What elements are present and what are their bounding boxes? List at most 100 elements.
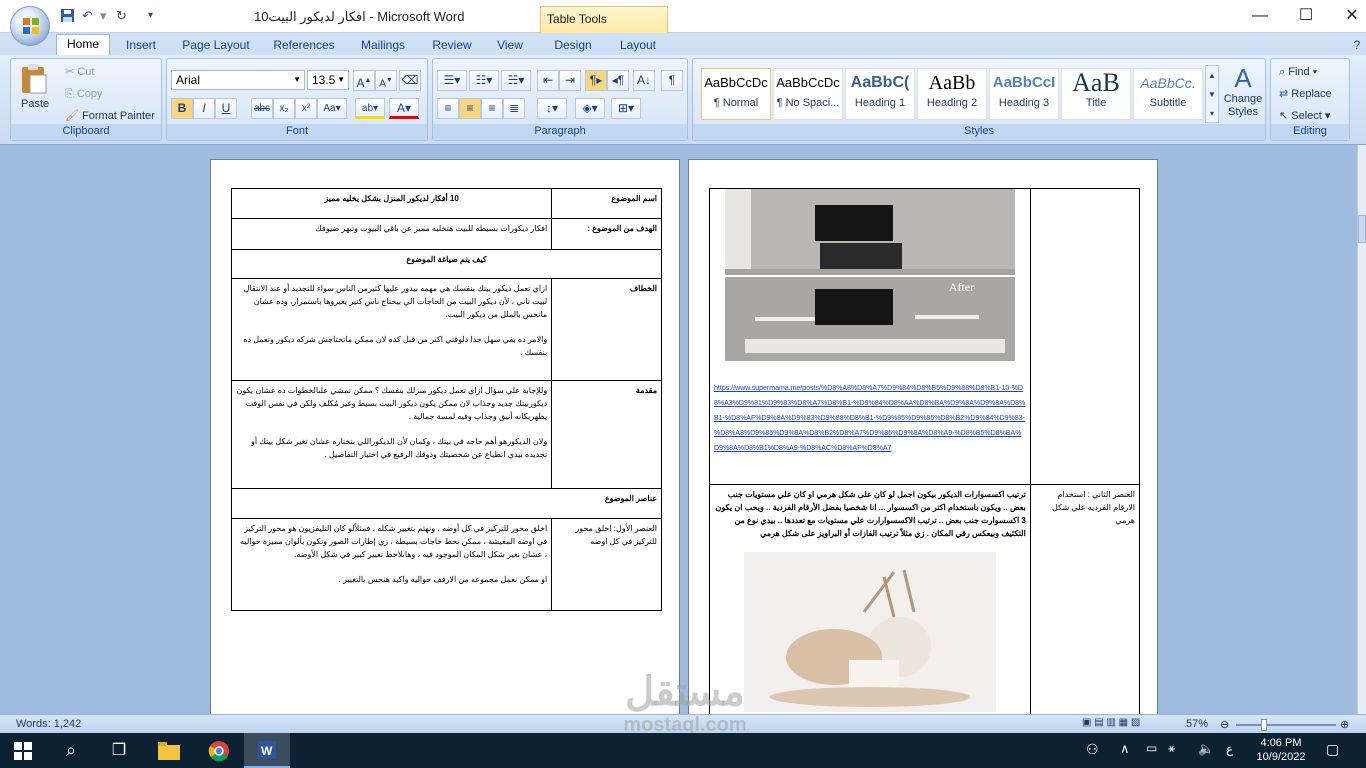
tab-view[interactable]: View xyxy=(490,36,530,55)
cut-button[interactable]: ✂ Cut xyxy=(65,65,94,79)
zoom-out-icon[interactable]: ⊖ xyxy=(1220,718,1229,731)
before-after-photo[interactable]: After xyxy=(724,189,1015,361)
redo-icon[interactable]: ↻ xyxy=(116,8,127,24)
align-left-icon[interactable]: ≡ xyxy=(437,98,459,119)
subscript-icon[interactable]: x₂ xyxy=(273,98,295,119)
zoom-thumb[interactable] xyxy=(1261,719,1267,731)
shrink-font-icon[interactable]: A▼ xyxy=(375,70,397,91)
find-button[interactable]: ⌕ Find ▾ xyxy=(1279,65,1317,79)
tab-references[interactable]: References xyxy=(268,36,340,55)
decrease-indent-icon[interactable]: ⇤ xyxy=(537,70,559,91)
style-title[interactable]: AaB Title xyxy=(1061,68,1131,120)
tray-chevron-icon[interactable]: ∧ xyxy=(1120,741,1130,757)
tab-review[interactable]: Review xyxy=(426,36,478,55)
superscript-icon[interactable]: x² xyxy=(295,98,317,119)
volume-icon[interactable]: 🔈 xyxy=(1198,741,1214,757)
tab-mailings[interactable]: Mailings xyxy=(354,36,412,55)
windows-start-icon[interactable] xyxy=(0,733,46,768)
justify-icon[interactable]: ≣ xyxy=(503,98,525,119)
copy-button[interactable]: ⎘ Copy xyxy=(65,87,103,101)
goal-value[interactable]: افكار ديكورات بسيطه للبيت هتخليه مميز عن… xyxy=(230,218,553,250)
office-button[interactable] xyxy=(10,6,50,46)
hook-cell[interactable]: ازاي تعمل ديكور بيتك بنفسك هي مهمه بيدور… xyxy=(230,278,553,381)
vase-photo[interactable] xyxy=(743,552,996,712)
zoom-slider[interactable] xyxy=(1236,724,1336,726)
italic-icon[interactable]: I xyxy=(193,98,215,119)
tab-page-layout[interactable]: Page Layout xyxy=(178,36,254,55)
tab-design[interactable]: Design xyxy=(546,36,600,55)
style-no-spacing[interactable]: AaBbCcDc ¶ No Spaci... xyxy=(773,68,843,120)
view-buttons-icon[interactable]: ▣ ▤ ▥ ▦ ▧ xyxy=(1082,717,1140,728)
rtl-direction-icon[interactable]: ◂¶ xyxy=(607,70,629,91)
bullets-icon[interactable]: ☰▾ xyxy=(437,70,467,91)
people-icon[interactable]: ⚇ xyxy=(1086,741,1099,758)
change-styles-button[interactable]: A Change Styles xyxy=(1221,63,1265,125)
maximize-icon[interactable]: ☐ xyxy=(1283,0,1329,31)
clock[interactable]: 4:06 PM 10/9/2022 xyxy=(1250,736,1312,764)
chrome-icon[interactable] xyxy=(196,733,242,768)
network-icon[interactable]: ⚹ xyxy=(1168,741,1175,756)
topic-name-value[interactable]: 10 أفكار لديكور المنزل بشكل يخليه مميز xyxy=(230,188,553,219)
strikethrough-icon[interactable]: abc xyxy=(251,98,273,119)
increase-indent-icon[interactable]: ⇥ xyxy=(559,70,581,91)
font-size-combo[interactable]: 13.5 ▼ xyxy=(307,70,349,90)
show-marks-icon[interactable]: ¶ xyxy=(661,70,683,91)
style-heading-3[interactable]: AaBbCcI Heading 3 xyxy=(989,68,1059,120)
zoom-level[interactable]: 57% xyxy=(1186,718,1208,730)
word-taskbar-icon[interactable]: W xyxy=(244,733,290,768)
file-explorer-icon[interactable] xyxy=(146,733,192,768)
image-cell[interactable]: After https://www.supermama.me/posts/%D8… xyxy=(709,188,1031,485)
align-right-icon[interactable]: ≡ xyxy=(481,98,503,119)
vertical-scrollbar[interactable] xyxy=(1357,145,1366,714)
search-icon[interactable]: ⌕ xyxy=(48,733,94,768)
format-painter-button[interactable]: 🖌 Format Painter xyxy=(65,109,155,123)
shading-icon[interactable]: ◈▾ xyxy=(575,98,605,119)
bold-icon[interactable]: B xyxy=(171,98,193,119)
select-button[interactable]: ↖ Select ▾ xyxy=(1279,109,1330,123)
style-heading-2[interactable]: AaBb Heading 2 xyxy=(917,68,987,120)
document-workspace[interactable]: اسم الموضوع 10 أفكار لديكور المنزل بشكل … xyxy=(0,145,1366,714)
document-page-right[interactable]: After https://www.supermama.me/posts/%D8… xyxy=(688,159,1158,714)
document-page-left[interactable]: اسم الموضوع 10 أفكار لديكور المنزل بشكل … xyxy=(210,159,680,714)
language-indicator[interactable]: ع xyxy=(1226,742,1233,756)
word-count[interactable]: Words: 1,242 xyxy=(16,718,81,730)
help-icon[interactable]: ? xyxy=(1350,36,1364,55)
multilevel-list-icon[interactable]: ☵▾ xyxy=(501,70,531,91)
undo-icon[interactable]: ↶ xyxy=(82,8,93,24)
highlight-icon[interactable]: ab▾ xyxy=(355,98,385,119)
style-heading-1[interactable]: AaBbC(Heading 1 xyxy=(845,68,915,120)
customize-qat-icon[interactable]: ▾ xyxy=(148,8,153,24)
tab-insert[interactable]: Insert xyxy=(118,36,164,55)
tab-layout[interactable]: Layout xyxy=(612,36,664,55)
style-normal[interactable]: AaBbCcDc ¶ Normal xyxy=(701,68,771,120)
element1-cell[interactable]: اخلق محور للتركيز في كل أوضه ، ونهتم بتغ… xyxy=(230,518,553,611)
task-view-icon[interactable]: ❐ xyxy=(96,733,142,768)
change-case-icon[interactable]: Aa▾ xyxy=(317,98,347,119)
align-center-icon[interactable]: ≡ xyxy=(459,98,481,119)
source-link[interactable]: https://www.supermama.me/posts/%D8%A8%D8… xyxy=(710,361,1030,460)
grow-font-icon[interactable]: A▲ xyxy=(353,70,375,91)
battery-icon[interactable]: ▭ xyxy=(1146,741,1157,755)
line-spacing-icon[interactable]: ↕▾ xyxy=(537,98,567,119)
styles-scroll-icon[interactable]: ▲ ▼ ▾ xyxy=(1205,65,1219,123)
clear-formatting-icon[interactable]: ⌫ xyxy=(399,70,421,91)
paste-button[interactable]: Paste xyxy=(19,63,55,115)
numbering-icon[interactable]: ☷▾ xyxy=(469,70,499,91)
font-family-combo[interactable]: Arial ▼ xyxy=(171,70,305,90)
zoom-in-icon[interactable]: ⊕ xyxy=(1340,718,1349,731)
intro-cell[interactable]: وللإجابة علي سؤال ازاي تعمل ديكور منزلك … xyxy=(230,380,553,489)
font-color-icon[interactable]: A▾ xyxy=(389,98,419,119)
sort-icon[interactable]: A↓ xyxy=(633,70,655,91)
borders-icon[interactable]: ⊞▾ xyxy=(611,98,641,119)
replace-button[interactable]: ⇄ Replace xyxy=(1279,87,1332,101)
close-icon[interactable]: ✕ xyxy=(1329,0,1366,31)
ltr-direction-icon[interactable]: ¶▸ xyxy=(585,70,607,91)
style-subtitle[interactable]: AaBbCc. Subtitle xyxy=(1133,68,1203,120)
scroll-thumb[interactable] xyxy=(1358,215,1366,243)
underline-icon[interactable]: U xyxy=(215,98,237,119)
tab-home[interactable]: Home xyxy=(56,34,110,55)
minimize-icon[interactable]: — xyxy=(1237,0,1283,31)
notification-icon[interactable]: ▢ xyxy=(1326,741,1339,758)
undo-dropdown-icon[interactable]: ▾ xyxy=(100,8,107,24)
save-icon[interactable] xyxy=(60,8,75,24)
